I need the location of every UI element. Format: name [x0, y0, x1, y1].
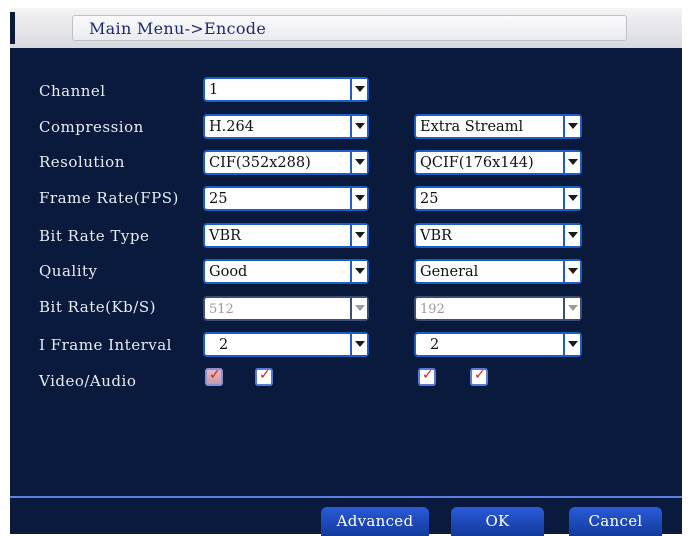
page-title: Main Menu->Encode — [89, 19, 267, 38]
bit-rate-type-label: Bit Rate Type — [39, 227, 150, 245]
channel-select[interactable]: 1 — [203, 77, 369, 102]
bit-rate-label: Bit Rate(Kb/S) — [39, 298, 156, 316]
chevron-down-icon[interactable] — [563, 334, 580, 355]
video-audio-label: Video/Audio — [39, 372, 137, 390]
extra-i-frame-interval-select[interactable]: 2 — [414, 332, 582, 357]
extra-audio-checkbox[interactable]: ✓ — [470, 367, 488, 386]
main-audio-checkbox[interactable]: ✓ — [255, 367, 273, 386]
main-bit-rate-select: 512 — [203, 296, 369, 321]
compression-label: Compression — [39, 118, 144, 136]
chevron-down-icon[interactable] — [563, 261, 580, 282]
extra-resolution-select[interactable]: QCIF(176x144) — [414, 150, 582, 175]
chevron-down-icon[interactable] — [563, 225, 580, 246]
main-frame-rate-value: 25 — [209, 191, 228, 207]
resolution-label: Resolution — [39, 153, 125, 171]
chevron-down-icon[interactable] — [350, 79, 367, 100]
extra-frame-rate-select[interactable]: 25 — [414, 186, 582, 211]
checkmark-icon: ✓ — [209, 367, 221, 383]
chevron-down-icon[interactable] — [350, 188, 367, 209]
main-bit-rate-type-select[interactable]: VBR — [203, 223, 369, 248]
extra-bit-rate-type-value: VBR — [420, 228, 453, 244]
extra-bit-rate-type-select[interactable]: VBR — [414, 223, 582, 248]
quality-label: Quality — [39, 262, 98, 280]
ok-button[interactable]: OK — [451, 507, 544, 536]
chevron-down-icon[interactable] — [563, 116, 580, 137]
main-i-frame-interval-select[interactable]: 2 — [203, 332, 369, 357]
chevron-down-icon — [563, 298, 580, 319]
extra-frame-rate-value: 25 — [420, 191, 439, 207]
i-frame-interval-label: I Frame Interval — [39, 336, 172, 354]
main-compression-value: H.264 — [209, 119, 254, 135]
main-video-checkbox[interactable]: ✓ — [205, 367, 223, 386]
chevron-down-icon[interactable] — [350, 225, 367, 246]
title-bar: Main Menu->Encode — [10, 8, 682, 48]
chevron-down-icon[interactable] — [350, 152, 367, 173]
main-compression-select[interactable]: H.264 — [203, 114, 369, 139]
extra-quality-value: General — [420, 264, 479, 280]
main-quality-value: Good — [209, 264, 248, 280]
chevron-down-icon[interactable] — [350, 334, 367, 355]
cancel-button[interactable]: Cancel — [569, 507, 662, 536]
main-bit-rate-type-value: VBR — [209, 228, 242, 244]
title-frame: Main Menu->Encode — [72, 15, 627, 41]
main-resolution-value: CIF(352x288) — [209, 155, 311, 171]
main-frame-rate-select[interactable]: 25 — [203, 186, 369, 211]
chevron-down-icon[interactable] — [350, 261, 367, 282]
chevron-down-icon[interactable] — [563, 152, 580, 173]
advanced-button[interactable]: Advanced — [321, 507, 429, 536]
frame-rate-label: Frame Rate(FPS) — [39, 189, 179, 207]
channel-label: Channel — [39, 82, 106, 100]
checkmark-icon: ✓ — [474, 367, 486, 383]
footer-divider — [10, 496, 682, 498]
checkmark-icon: ✓ — [422, 367, 434, 383]
extra-bit-rate-select: 192 — [414, 296, 582, 321]
extra-compression-value: Extra Streaml — [420, 119, 524, 135]
extra-compression-select[interactable]: Extra Streaml — [414, 114, 582, 139]
chevron-down-icon — [350, 298, 367, 319]
checkmark-icon: ✓ — [259, 367, 271, 383]
main-bit-rate-value: 512 — [209, 302, 234, 317]
main-resolution-select[interactable]: CIF(352x288) — [203, 150, 369, 175]
extra-i-frame-interval-value: 2 — [430, 337, 440, 353]
channel-value: 1 — [209, 82, 219, 98]
chevron-down-icon[interactable] — [563, 188, 580, 209]
extra-bit-rate-value: 192 — [420, 302, 445, 317]
chevron-down-icon[interactable] — [350, 116, 367, 137]
encode-window: Main Menu->Encode Channel Compression Re… — [10, 8, 682, 536]
main-i-frame-interval-value: 2 — [219, 337, 229, 353]
extra-quality-select[interactable]: General — [414, 259, 582, 284]
title-bar-edge — [10, 12, 15, 44]
extra-resolution-value: QCIF(176x144) — [420, 155, 534, 171]
extra-video-checkbox[interactable]: ✓ — [418, 367, 436, 386]
main-quality-select[interactable]: Good — [203, 259, 369, 284]
